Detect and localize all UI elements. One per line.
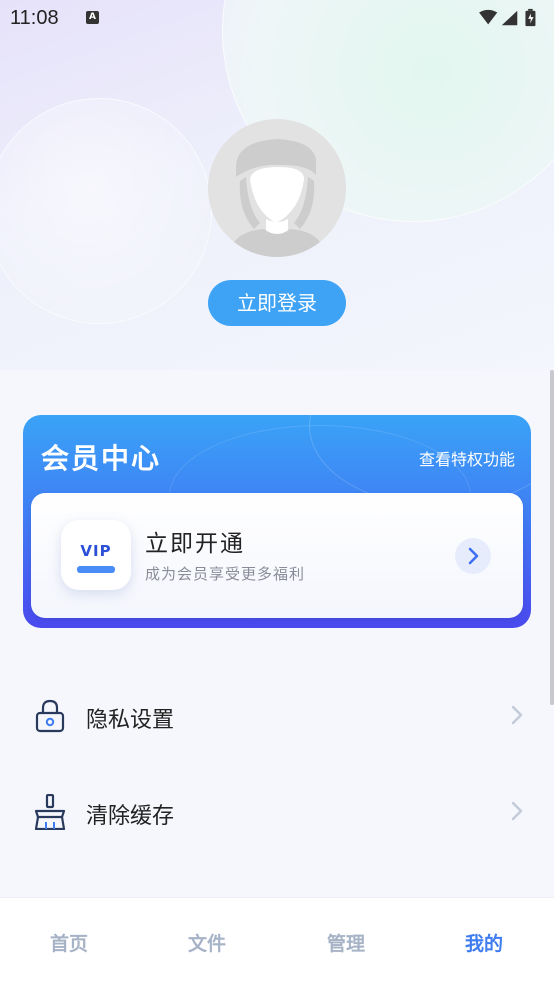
menu-item-privacy-settings[interactable]: 隐私设置 [0, 676, 554, 756]
chevron-right-icon[interactable] [455, 538, 491, 574]
menu-label: 隐私设置 [86, 708, 175, 733]
signal-icon [501, 10, 518, 26]
wifi-icon [479, 9, 498, 25]
status-bar: 11:08 A [0, 0, 554, 38]
notification-icon: A [86, 11, 99, 24]
chevron-right-icon [511, 705, 523, 725]
login-button[interactable]: 立即登录 [208, 280, 346, 326]
user-placeholder-icon [208, 119, 346, 257]
vip-center-card: 会员中心 查看特权功能 VIP 立即开通 成为会员享受更多福利 [23, 415, 531, 628]
avatar[interactable] [208, 119, 346, 257]
status-time: 11:08 [10, 7, 59, 29]
vip-icon: VIP [61, 520, 131, 590]
lock-icon [35, 699, 65, 733]
open-vip-row[interactable]: VIP 立即开通 成为会员享受更多福利 [31, 493, 523, 618]
decorative-circle-left [0, 98, 212, 324]
view-privileges-link[interactable]: 查看特权功能 [419, 446, 515, 470]
tab-home[interactable]: 首页 [0, 929, 138, 956]
battery-icon [525, 8, 536, 27]
chevron-right-icon [511, 801, 523, 821]
scrollbar[interactable] [550, 370, 554, 705]
vip-center-title: 会员中心 [41, 442, 162, 475]
status-icons [479, 8, 536, 27]
tab-mine[interactable]: 我的 [415, 929, 553, 956]
bottom-tab-bar: 首页 文件 管理 我的 [0, 897, 554, 985]
menu-item-clear-cache[interactable]: 清除缓存 [0, 772, 554, 852]
open-vip-subtitle: 成为会员享受更多福利 [145, 565, 306, 583]
vip-badge-bar [77, 566, 115, 573]
tab-manage[interactable]: 管理 [277, 929, 415, 956]
broom-icon [34, 794, 66, 830]
tab-files[interactable]: 文件 [138, 929, 276, 956]
menu-label: 清除缓存 [86, 804, 175, 829]
open-vip-title: 立即开通 [145, 531, 245, 557]
vip-badge-text: VIP [80, 542, 112, 560]
